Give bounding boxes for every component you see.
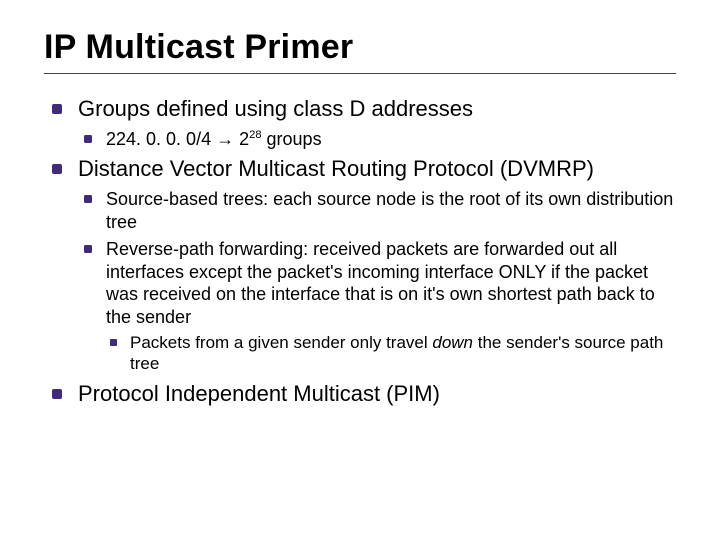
bullet-address-range: 224. 0. 0. 0/4 → 228 groups [78, 128, 676, 151]
bullet-list: Groups defined using class D addresses 2… [44, 96, 676, 407]
bullet-down-tree: Packets from a given sender only travel … [106, 332, 676, 375]
bullet-groups: Groups defined using class D addresses 2… [44, 96, 676, 150]
bullet-pim: Protocol Independent Multicast (PIM) [44, 381, 676, 408]
bullet-text: Protocol Independent Multicast (PIM) [78, 381, 440, 406]
bullet-text: Source-based trees: each source node is … [106, 189, 673, 232]
sub-list: 224. 0. 0. 0/4 → 228 groups [78, 128, 676, 151]
addr-prefix: 224. 0. 0. 0/4 [106, 129, 216, 149]
sub-sub-list: Packets from a given sender only travel … [106, 332, 676, 375]
slide-title: IP Multicast Primer [44, 28, 676, 67]
two-base: 2 [234, 129, 249, 149]
bullet-source-trees: Source-based trees: each source node is … [78, 188, 676, 233]
bullet-text: Reverse-path forwarding: received packet… [106, 239, 655, 327]
text-pre: Packets from a given sender only travel [130, 333, 432, 352]
text-emph: down [432, 333, 477, 352]
bullet-text: Distance Vector Multicast Routing Protoc… [78, 156, 594, 181]
bullet-rpf: Reverse-path forwarding: received packet… [78, 238, 676, 375]
bullet-text: Groups defined using class D addresses [78, 96, 473, 121]
arrow-icon: → [216, 129, 234, 149]
title-rule [44, 73, 676, 74]
slide: IP Multicast Primer Groups defined using… [0, 0, 720, 540]
sub-list: Source-based trees: each source node is … [78, 188, 676, 375]
groups-suffix: groups [262, 129, 322, 149]
bullet-dvmrp: Distance Vector Multicast Routing Protoc… [44, 156, 676, 374]
two-exponent: 28 [249, 129, 261, 141]
